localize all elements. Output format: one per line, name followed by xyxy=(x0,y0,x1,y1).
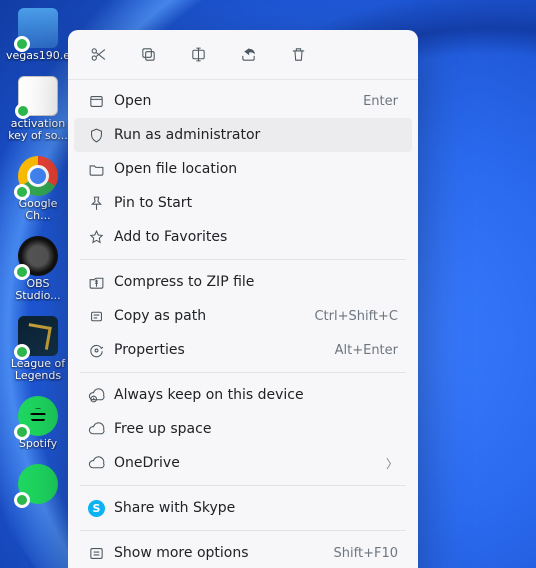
menu-item-properties[interactable]: Properties Alt+Enter xyxy=(74,333,412,367)
menu-item-label: Open xyxy=(114,93,363,109)
lol-icon xyxy=(18,316,58,356)
menu-item-label: Properties xyxy=(114,342,335,358)
menu-separator xyxy=(80,485,406,486)
copy-icon xyxy=(140,46,157,63)
menu-item-always-keep[interactable]: Always keep on this device xyxy=(74,378,412,412)
menu-item-label: OneDrive xyxy=(114,455,386,471)
icon-label: OBS Studio... xyxy=(6,278,70,302)
menu-item-open-file-location[interactable]: Open file location xyxy=(74,152,412,186)
copy-path-icon xyxy=(88,308,114,325)
menu-item-label: Show more options xyxy=(114,545,334,561)
icon-label: vegas190.ex... xyxy=(6,50,70,62)
menu-item-add-to-favorites[interactable]: Add to Favorites xyxy=(74,220,412,254)
menu-item-show-more-options[interactable]: Show more options Shift+F10 xyxy=(74,536,412,568)
desktop-icon-vegas[interactable]: vegas190.ex... xyxy=(6,8,70,62)
delete-button[interactable] xyxy=(286,43,310,67)
app-icon xyxy=(18,8,58,48)
textfile-icon xyxy=(18,76,58,116)
skype-icon: S xyxy=(88,500,114,517)
folder-open-icon xyxy=(88,161,114,178)
menu-item-label: Share with Skype xyxy=(114,500,398,516)
menu-item-open[interactable]: Open Enter xyxy=(74,84,412,118)
desktop[interactable]: vegas190.ex... activation key of so... G… xyxy=(0,0,536,568)
desktop-icon-league[interactable]: League of Legends xyxy=(6,316,70,382)
zip-icon xyxy=(88,274,114,291)
sync-check-badge xyxy=(15,103,31,119)
sync-check-badge xyxy=(14,492,30,508)
shield-icon xyxy=(88,127,114,144)
menu-item-share-skype[interactable]: S Share with Skype xyxy=(74,491,412,525)
scissors-icon xyxy=(90,46,107,63)
desktop-icon-activation-key[interactable]: activation key of so... xyxy=(6,76,70,142)
menu-item-label: Open file location xyxy=(114,161,398,177)
more-icon xyxy=(88,545,114,562)
menu-item-copy-as-path[interactable]: Copy as path Ctrl+Shift+C xyxy=(74,299,412,333)
rename-icon xyxy=(190,46,207,63)
desktop-icon-spotify[interactable]: Spotify xyxy=(6,396,70,450)
menu-item-free-up-space[interactable]: Free up space xyxy=(74,412,412,446)
menu-item-label: Run as administrator xyxy=(114,127,398,143)
icon-label: activation key of so... xyxy=(6,118,70,142)
icon-label: Spotify xyxy=(19,438,57,450)
sync-check-badge xyxy=(14,184,30,200)
icon-label: Google Ch... xyxy=(6,198,70,222)
sync-check-badge xyxy=(14,36,30,52)
share-icon xyxy=(240,46,257,63)
cloud-sync-icon xyxy=(88,387,114,404)
menu-item-label: Copy as path xyxy=(114,308,314,324)
onedrive-icon xyxy=(88,455,114,472)
cloud-free-icon xyxy=(88,421,114,438)
menu-item-run-as-administrator[interactable]: Run as administrator xyxy=(74,118,412,152)
menu-separator xyxy=(80,259,406,260)
desktop-icon-chrome[interactable]: Google Ch... xyxy=(6,156,70,222)
menu-separator xyxy=(80,530,406,531)
sync-check-badge xyxy=(14,424,30,440)
menu-item-label: Compress to ZIP file xyxy=(114,274,398,290)
menu-item-label: Free up space xyxy=(114,421,398,437)
icon-label: League of Legends xyxy=(6,358,70,382)
cut-button[interactable] xyxy=(86,43,110,67)
desktop-icon-obs[interactable]: OBS Studio... xyxy=(6,236,70,302)
rename-button[interactable] xyxy=(186,43,210,67)
pin-icon xyxy=(88,195,114,212)
menu-separator xyxy=(80,372,406,373)
share-button[interactable] xyxy=(236,43,260,67)
menu-item-compress-zip[interactable]: Compress to ZIP file xyxy=(74,265,412,299)
obs-icon xyxy=(18,236,58,276)
spotify-icon xyxy=(18,464,58,504)
menu-item-pin-to-start[interactable]: Pin to Start xyxy=(74,186,412,220)
trash-icon xyxy=(290,46,307,63)
context-menu-toolbar xyxy=(68,30,418,80)
desktop-icons-column: vegas190.ex... activation key of so... G… xyxy=(6,8,70,506)
copy-button[interactable] xyxy=(136,43,160,67)
menu-item-hint: Ctrl+Shift+C xyxy=(314,309,398,324)
desktop-icon-spotify-2[interactable] xyxy=(6,464,70,506)
context-menu-list: Open Enter Run as administrator Open fil… xyxy=(68,80,418,568)
star-icon xyxy=(88,229,114,246)
menu-item-hint: Shift+F10 xyxy=(334,546,398,561)
context-menu: Open Enter Run as administrator Open fil… xyxy=(68,30,418,568)
menu-item-onedrive[interactable]: OneDrive 〉 xyxy=(74,446,412,480)
open-icon xyxy=(88,93,114,110)
chrome-icon xyxy=(18,156,58,196)
sync-check-badge xyxy=(14,264,30,280)
menu-item-label: Add to Favorites xyxy=(114,229,398,245)
properties-icon xyxy=(88,342,114,359)
chevron-right-icon: 〉 xyxy=(386,455,398,472)
menu-item-hint: Enter xyxy=(363,94,398,109)
menu-item-label: Always keep on this device xyxy=(114,387,398,403)
menu-item-label: Pin to Start xyxy=(114,195,398,211)
sync-check-badge xyxy=(14,344,30,360)
menu-item-hint: Alt+Enter xyxy=(335,343,398,358)
spotify-icon xyxy=(18,396,58,436)
